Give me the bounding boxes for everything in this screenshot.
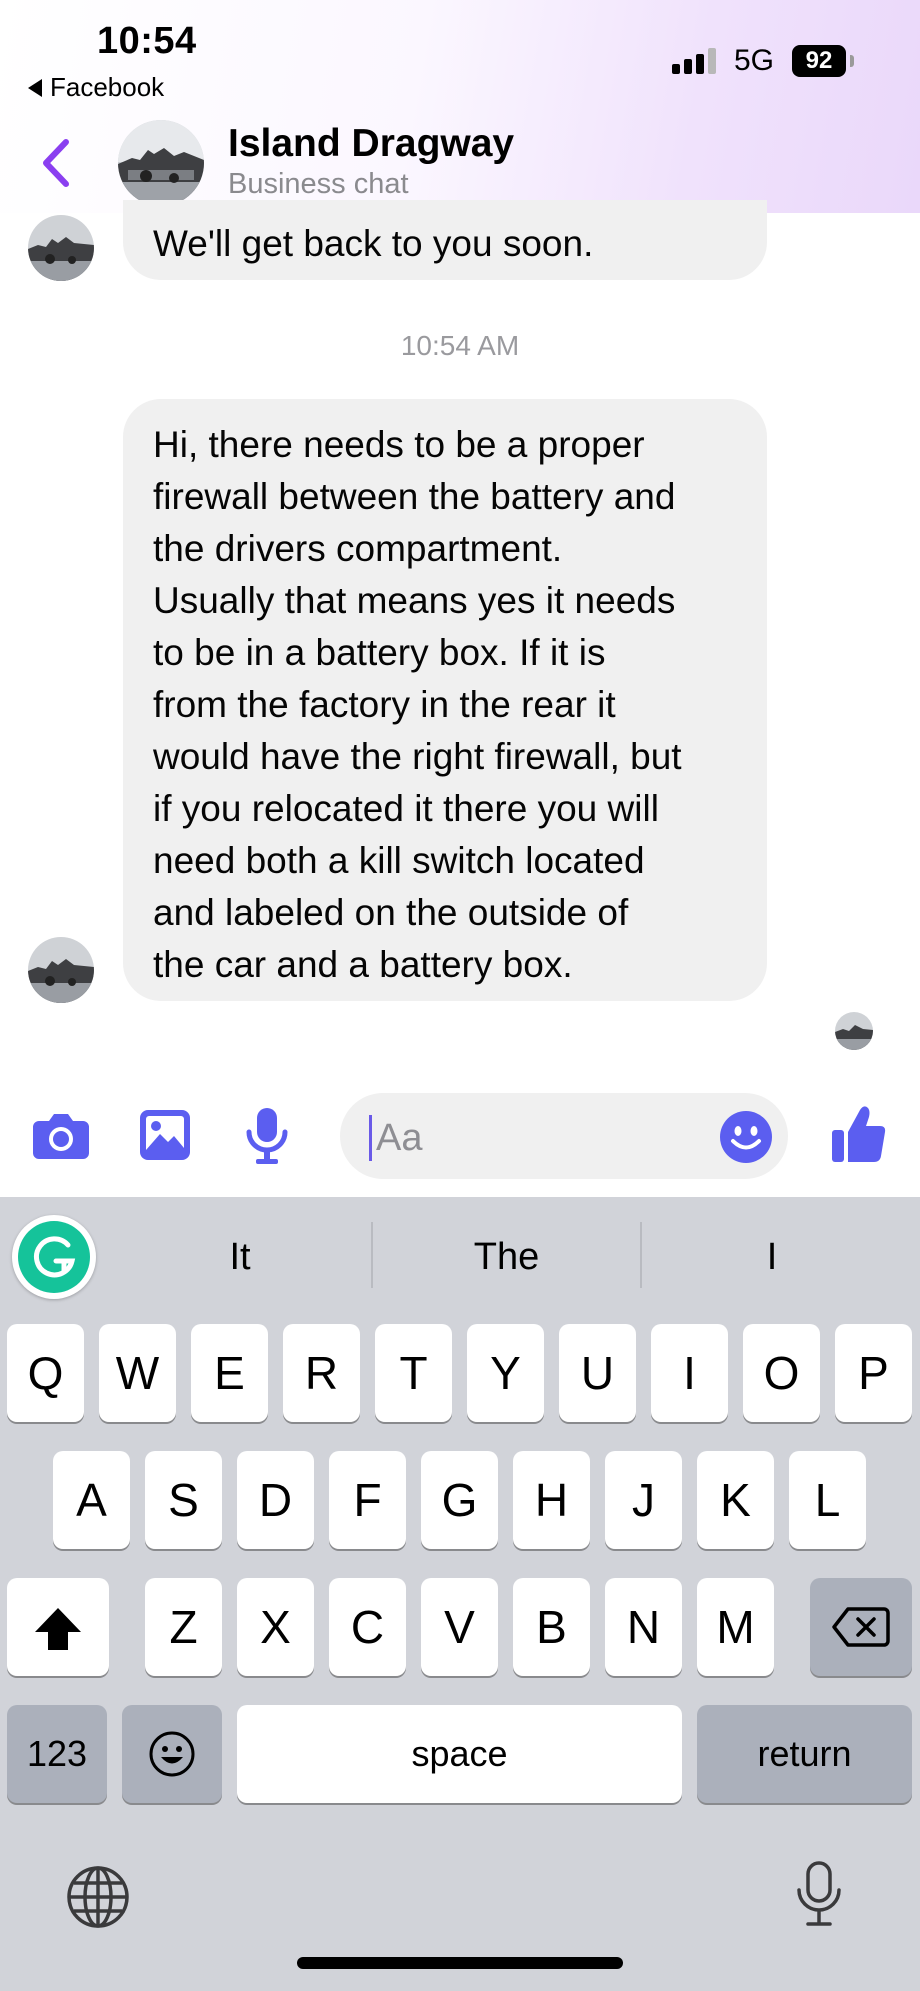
key-k[interactable]: K (697, 1451, 774, 1549)
gallery-icon[interactable] (138, 1108, 192, 1162)
key-l[interactable]: L (789, 1451, 866, 1549)
contact-avatar[interactable] (118, 120, 204, 206)
return-key[interactable]: return (697, 1705, 912, 1803)
emoji-smiley-icon (149, 1731, 195, 1777)
message-line: would have the right firewall, but (153, 736, 682, 777)
microphone-icon[interactable] (245, 1106, 289, 1166)
key-w[interactable]: W (99, 1324, 176, 1422)
message-line: to be in a battery box. If it is (153, 632, 606, 673)
contact-name[interactable]: Island Dragway (228, 122, 514, 166)
back-triangle-icon (28, 78, 42, 97)
grammarly-button[interactable] (12, 1215, 96, 1299)
key-r[interactable]: R (283, 1324, 360, 1422)
key-x[interactable]: X (237, 1578, 314, 1676)
key-b[interactable]: B (513, 1578, 590, 1676)
grammarly-icon (18, 1221, 90, 1293)
key-y[interactable]: Y (467, 1324, 544, 1422)
key-o[interactable]: O (743, 1324, 820, 1422)
message-bubble[interactable]: We'll get back to you soon. (123, 200, 767, 280)
text-cursor (369, 1115, 372, 1161)
message-line: and labeled on the outside of (153, 892, 629, 933)
status-time: 10:54 (97, 20, 197, 62)
key-q[interactable]: Q (7, 1324, 84, 1422)
key-c[interactable]: C (329, 1578, 406, 1676)
message-line: the drivers compartment. (153, 528, 563, 569)
key-d[interactable]: D (237, 1451, 314, 1549)
key-h[interactable]: H (513, 1451, 590, 1549)
message-line: need both a kill switch located (153, 840, 645, 881)
message-bubble[interactable]: Hi, there needs to be a proper firewall … (123, 399, 767, 1001)
key-e[interactable]: E (191, 1324, 268, 1422)
key-n[interactable]: N (605, 1578, 682, 1676)
message-line: from the factory in the rear it (153, 684, 616, 725)
message-input[interactable] (376, 1113, 706, 1163)
prediction-1[interactable]: It (108, 1222, 372, 1292)
key-m[interactable]: M (697, 1578, 774, 1676)
message-timestamp: 10:54 AM (400, 330, 520, 361)
dictation-microphone-icon[interactable] (794, 1860, 844, 1928)
prediction-2[interactable]: The (373, 1222, 640, 1292)
shift-arrow-icon (35, 1608, 81, 1650)
like-thumbs-up-icon[interactable] (830, 1104, 888, 1164)
back-app-label: Facebook (50, 72, 165, 102)
numbers-key[interactable]: 123 (7, 1705, 107, 1803)
key-i[interactable]: I (651, 1324, 728, 1422)
key-a[interactable]: A (53, 1451, 130, 1549)
delete-backspace-icon (832, 1607, 890, 1647)
cellular-signal-icon (672, 48, 718, 74)
message-line: the car and a battery box. (153, 944, 573, 985)
shift-key[interactable] (7, 1578, 109, 1676)
sender-avatar[interactable] (28, 215, 94, 281)
key-s[interactable]: S (145, 1451, 222, 1549)
backspace-key[interactable] (810, 1578, 912, 1676)
battery-indicator: 92 (792, 45, 846, 77)
message-text: We'll get back to you soon. (153, 223, 594, 264)
camera-icon[interactable] (31, 1111, 91, 1161)
back-to-app-link[interactable]: Facebook (28, 72, 164, 103)
message-line: Usually that means yes it needs (153, 580, 676, 621)
key-z[interactable]: Z (145, 1578, 222, 1676)
key-g[interactable]: G (421, 1451, 498, 1549)
emoji-icon[interactable] (719, 1110, 773, 1164)
network-type: 5G (734, 44, 775, 77)
sender-avatar[interactable] (28, 937, 94, 1003)
key-u[interactable]: U (559, 1324, 636, 1422)
key-v[interactable]: V (421, 1578, 498, 1676)
key-j[interactable]: J (605, 1451, 682, 1549)
back-chevron-icon[interactable] (40, 138, 72, 188)
prediction-3[interactable]: I (642, 1222, 902, 1292)
globe-icon[interactable] (66, 1865, 130, 1929)
message-line: Hi, there needs to be a proper (153, 424, 645, 465)
contact-subtitle: Business chat (228, 168, 409, 200)
key-p[interactable]: P (835, 1324, 912, 1422)
message-line: if you relocated it there you will (153, 788, 659, 829)
message-line: firewall between the battery and (153, 476, 676, 517)
key-f[interactable]: F (329, 1451, 406, 1549)
home-indicator (297, 1957, 623, 1969)
battery-tip (850, 55, 854, 67)
emoji-key[interactable] (122, 1705, 222, 1803)
read-receipt-avatar (835, 1012, 873, 1050)
key-t[interactable]: T (375, 1324, 452, 1422)
space-key[interactable]: space (237, 1705, 682, 1803)
